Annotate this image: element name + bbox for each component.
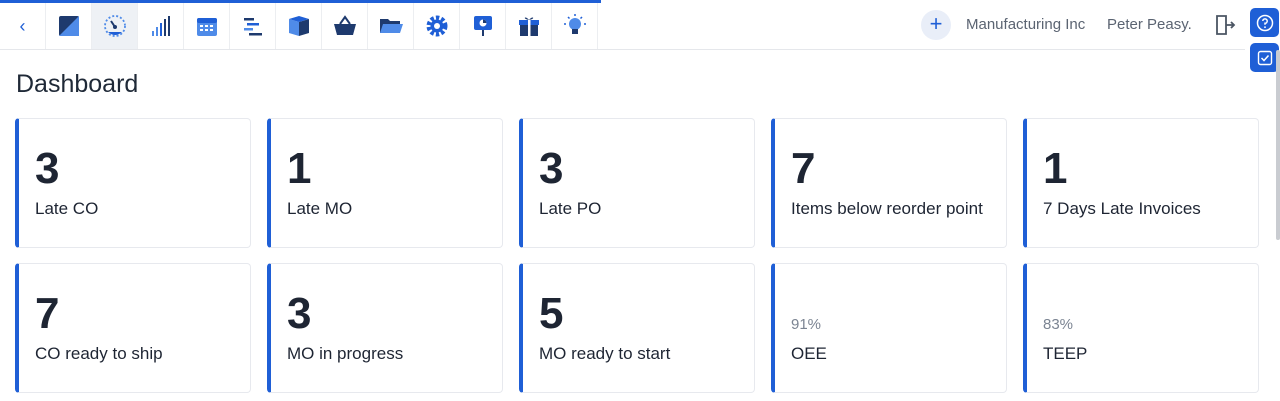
kpi-card-reorder-point[interactable]: 7 Items below reorder point bbox=[771, 118, 1007, 248]
chevron-left-icon: ‹ bbox=[19, 15, 26, 36]
kpi-label: Late CO bbox=[35, 199, 99, 218]
company-name[interactable]: Manufacturing Inc bbox=[966, 16, 1085, 33]
back-button[interactable]: ‹ bbox=[0, 3, 46, 49]
nav-calendar-button[interactable] bbox=[184, 3, 230, 49]
add-button[interactable]: + bbox=[921, 10, 951, 40]
kpi-card-late-po[interactable]: 3 Late PO bbox=[519, 118, 755, 248]
kpi-label: Late PO bbox=[539, 199, 602, 218]
nav-stats-button[interactable] bbox=[138, 3, 184, 49]
folder-icon bbox=[379, 19, 403, 33]
calendar-icon bbox=[196, 18, 217, 36]
kpi-card-oee[interactable]: 91% OEE bbox=[771, 263, 1007, 393]
kpi-value: 5 bbox=[539, 289, 564, 338]
kpi-card-mo-in-progress[interactable]: 3 MO in progress bbox=[267, 263, 503, 393]
kpi-card-teep[interactable]: 83% TEEP bbox=[1023, 263, 1259, 393]
kpi-card-late-invoices[interactable]: 1 7 Days Late Invoices bbox=[1023, 118, 1259, 248]
nav-products-button[interactable] bbox=[276, 3, 322, 49]
dashboard-gauge-icon bbox=[103, 15, 126, 37]
settings-icon bbox=[426, 15, 447, 37]
kpi-percent: 91% bbox=[791, 316, 822, 333]
kpi-card-mo-ready-to-start[interactable]: 5 MO ready to start bbox=[519, 263, 755, 393]
nav-settings-button[interactable] bbox=[414, 3, 460, 49]
kpi-value: 7 bbox=[791, 144, 816, 193]
nav-presentation-button[interactable] bbox=[460, 3, 506, 49]
help-icon bbox=[1256, 14, 1273, 31]
kpi-label: OEE bbox=[791, 344, 827, 363]
kpi-label: MO ready to start bbox=[539, 344, 671, 363]
nav-planning-button[interactable] bbox=[230, 3, 276, 49]
plus-icon: + bbox=[929, 11, 943, 36]
lightbulb-icon bbox=[563, 14, 586, 34]
kpi-value: 1 bbox=[1043, 144, 1068, 193]
kpi-card-co-ready-to-ship[interactable]: 7 CO ready to ship bbox=[15, 263, 251, 393]
nav-gifts-button[interactable] bbox=[506, 3, 552, 49]
planning-icon bbox=[243, 18, 262, 36]
kpi-label: Items below reorder point bbox=[791, 199, 983, 218]
kpi-value: 1 bbox=[287, 144, 312, 193]
kpi-value: 3 bbox=[287, 289, 312, 338]
scrollbar[interactable] bbox=[1276, 50, 1280, 240]
help-button[interactable] bbox=[1250, 8, 1279, 37]
kpi-card-late-mo[interactable]: 1 Late MO bbox=[267, 118, 503, 248]
presentation-icon bbox=[473, 16, 492, 36]
top-navigation-bar: ‹ + Manufacturing Inc Peter Peasy. bbox=[0, 0, 1245, 50]
stats-icon bbox=[151, 16, 170, 36]
user-name[interactable]: Peter Peasy. bbox=[1107, 16, 1192, 33]
kpi-value: 3 bbox=[35, 144, 60, 193]
nav-files-button[interactable] bbox=[368, 3, 414, 49]
kpi-label: TEEP bbox=[1043, 344, 1088, 363]
logout-icon[interactable] bbox=[1213, 13, 1237, 37]
nav-basket-button[interactable] bbox=[322, 3, 368, 49]
kpi-label: Late MO bbox=[287, 199, 353, 218]
nav-shortcut-button[interactable] bbox=[46, 3, 92, 49]
kpi-card-late-co[interactable]: 3 Late CO bbox=[15, 118, 251, 248]
kpi-label: MO in progress bbox=[287, 344, 404, 363]
gift-icon bbox=[518, 17, 539, 36]
nav-dashboard-button[interactable] bbox=[92, 3, 138, 49]
kpi-percent: 83% bbox=[1043, 316, 1074, 333]
product-box-icon bbox=[288, 16, 309, 36]
basket-icon bbox=[333, 15, 356, 35]
kpi-label: 7 Days Late Invoices bbox=[1043, 199, 1201, 218]
shortcut-icon bbox=[58, 16, 79, 36]
checkbox-icon bbox=[1257, 50, 1272, 65]
nav-ideas-button[interactable] bbox=[552, 3, 598, 49]
tasks-button[interactable] bbox=[1250, 43, 1279, 72]
kpi-value: 3 bbox=[539, 144, 564, 193]
page-title: Dashboard bbox=[16, 70, 139, 98]
kpi-label: CO ready to ship bbox=[35, 344, 163, 363]
kpi-value: 7 bbox=[35, 289, 60, 338]
